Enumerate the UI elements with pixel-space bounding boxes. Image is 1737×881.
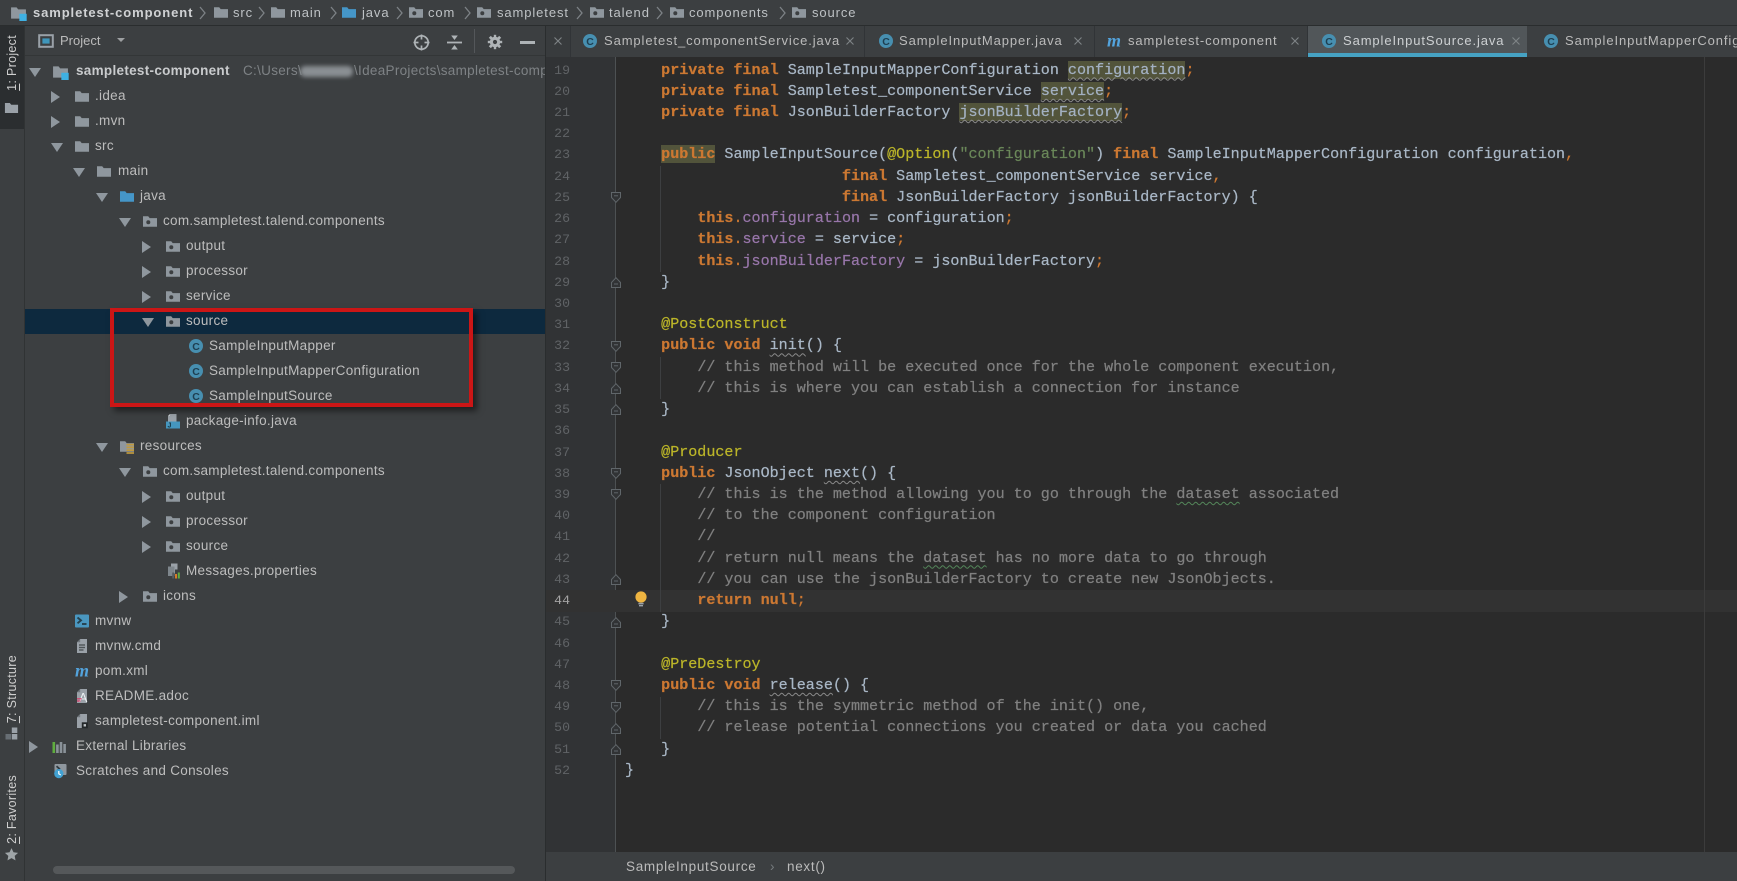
svg-text:m: m — [75, 663, 89, 679]
svg-text:m: m — [1107, 33, 1121, 49]
svg-text:A: A — [79, 691, 88, 704]
svg-text:C: C — [586, 36, 594, 48]
svg-text:J: J — [168, 422, 172, 428]
svg-text:C: C — [1325, 36, 1333, 48]
svg-text:C: C — [882, 36, 890, 48]
svg-text:C: C — [1547, 36, 1555, 48]
